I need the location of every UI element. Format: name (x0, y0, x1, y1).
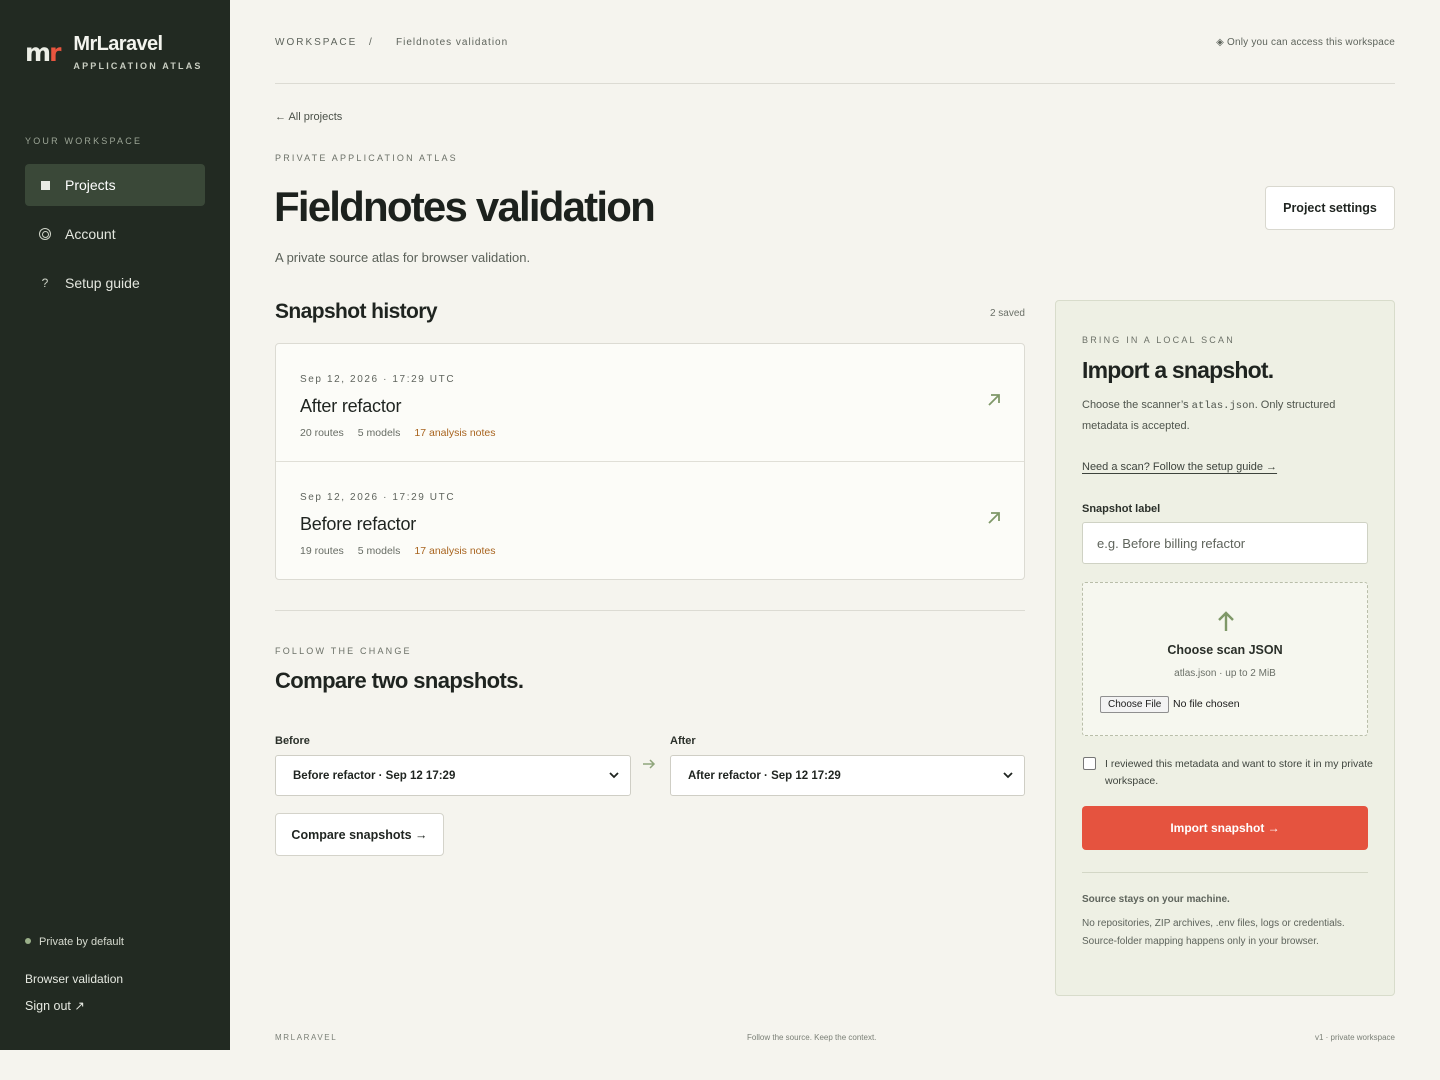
snapshot-meta: 19 routes 5 models 17 analysis notes (300, 545, 510, 557)
before-label: Before (275, 735, 310, 747)
import-desc-code: atlas.json (1191, 400, 1255, 412)
after-select[interactable]: After refactor · Sep 12 17:29 (670, 755, 1025, 796)
file-status: No file chosen (1173, 698, 1240, 710)
brand-logo: mr (25, 38, 61, 67)
consent-checkbox[interactable] (1083, 757, 1096, 770)
page-description: A private source atlas for browser valid… (275, 250, 531, 265)
snapshot-models: 5 models (357, 427, 401, 439)
snapshot-routes: 20 routes (300, 427, 344, 439)
divider (275, 83, 1395, 84)
import-eyebrow: BRING IN A LOCAL SCAN (1082, 335, 1235, 345)
brand-text: MrLaravel APPLICATION ATLAS (73, 33, 202, 71)
divider (1082, 872, 1368, 873)
choose-file-button[interactable]: Choose File (1100, 696, 1170, 713)
after-label: After (670, 735, 696, 747)
before-select-value: Before refactor · Sep 12 17:29 (293, 769, 456, 782)
consent-label[interactable]: I reviewed this metadata and want to sto… (1105, 756, 1375, 790)
scan-dropzone[interactable]: Choose scan JSON atlas.json · up to 2 Mi… (1082, 582, 1368, 736)
snapshot-date: Sep 12, 2026 · 17:29 UTC (300, 374, 456, 385)
snapshot-row[interactable]: Sep 12, 2026 · 17:29 UTC After refactor … (276, 344, 1024, 462)
snapshot-name: Before refactor (300, 514, 417, 534)
sidebar-item-label: Account (65, 226, 116, 242)
snapshot-list: Sep 12, 2026 · 17:29 UTC After refactor … (275, 343, 1025, 580)
snapshot-name: After refactor (300, 396, 402, 416)
privacy-note-text: No repositories, ZIP archives, .env file… (1082, 918, 1345, 947)
import-title: Import a snapshot. (1082, 357, 1274, 383)
snapshot-notes: 17 analysis notes (414, 427, 496, 439)
open-arrow-icon[interactable] (986, 392, 1002, 408)
projects-square-icon (37, 180, 53, 190)
logo-m: m (25, 38, 51, 67)
footer-brand: MRLARAVEL (275, 1033, 338, 1042)
saved-count: 2 saved (989, 308, 1025, 319)
snapshot-label-label: Snapshot label (1082, 503, 1161, 515)
import-desc-text: Choose the scanner’s (1082, 399, 1192, 411)
brand-name: MrLaravel (73, 33, 163, 55)
snapshot-row[interactable]: Sep 12, 2026 · 17:29 UTC Before refactor… (276, 462, 1024, 580)
snapshot-routes: 19 routes (300, 545, 344, 557)
logo-r: r (49, 38, 61, 67)
import-panel: BRING IN A LOCAL SCAN Import a snapshot.… (1055, 300, 1395, 996)
import-description: Choose the scanner’s atlas.json. Only st… (1082, 395, 1372, 436)
setup-guide-link[interactable]: Need a scan? Follow the setup guide → (1082, 461, 1277, 473)
footer-tagline: Follow the source. Keep the context. (747, 1033, 877, 1042)
privacy-note: Private by default (25, 936, 124, 948)
status-dot-icon (25, 938, 31, 944)
breadcrumb-separator: / (369, 37, 372, 48)
sidebar: mr MrLaravel APPLICATION ATLAS YOUR WORK… (0, 0, 230, 1050)
access-note: ◈ Only you can access this workspace (1216, 37, 1395, 48)
sidebar-item-setup-guide[interactable]: ? Setup guide (25, 262, 205, 304)
open-arrow-icon[interactable] (986, 510, 1002, 526)
chevron-down-icon (1003, 772, 1013, 779)
chevron-down-icon (609, 772, 619, 779)
project-settings-button[interactable]: Project settings (1265, 186, 1395, 230)
dropzone-title: Choose scan JSON (1167, 643, 1283, 657)
history-title: Snapshot history (275, 300, 438, 323)
compare-snapshots-button[interactable]: Compare snapshots → (275, 813, 444, 856)
snapshot-notes: 17 analysis notes (414, 545, 496, 557)
question-icon: ? (41, 276, 49, 290)
sidebar-item-label: Setup guide (65, 275, 140, 291)
brand[interactable]: mr MrLaravel APPLICATION ATLAS (25, 33, 203, 71)
before-select[interactable]: Before refactor · Sep 12 17:29 (275, 755, 631, 796)
import-snapshot-button[interactable]: Import snapshot → (1082, 806, 1368, 850)
breadcrumb: WORKSPACE / Fieldnotes validation ◈ Only… (275, 37, 1395, 51)
upload-arrow-icon (1218, 611, 1234, 631)
snapshot-meta: 20 routes 5 models 17 analysis notes (300, 427, 510, 439)
footer-version: v1 · private workspace (1314, 1033, 1395, 1042)
privacy-note-title: Source stays on your machine. (1082, 894, 1230, 905)
dropzone-subtitle: atlas.json · up to 2 MiB (1174, 668, 1276, 679)
page-eyebrow: PRIVATE APPLICATION ATLAS (275, 153, 458, 163)
compare-title: Compare two snapshots. (275, 668, 524, 693)
after-select-value: After refactor · Sep 12 17:29 (688, 769, 841, 782)
privacy-note-text: Private by default (39, 936, 124, 948)
brand-subtitle: APPLICATION ATLAS (73, 61, 203, 71)
breadcrumb-workspace[interactable]: WORKSPACE (275, 37, 357, 48)
snapshot-label-input[interactable]: e.g. Before billing refactor (1082, 522, 1368, 564)
arrow-right-icon (643, 759, 656, 769)
sidebar-item-label: Projects (65, 177, 116, 193)
sign-out-link[interactable]: Sign out ↗ (25, 998, 85, 1013)
compare-eyebrow: FOLLOW THE CHANGE (275, 646, 412, 656)
page-title: Fieldnotes validation (274, 183, 656, 230)
sidebar-item-projects[interactable]: Projects (25, 164, 205, 206)
snapshot-models: 5 models (357, 545, 401, 557)
account-ring-icon (37, 228, 53, 240)
divider (275, 610, 1025, 611)
breadcrumb-project: Fieldnotes validation (396, 37, 509, 48)
sidebar-nav: Projects Account ? Setup guide (25, 164, 205, 311)
snapshot-date: Sep 12, 2026 · 17:29 UTC (300, 492, 456, 503)
sidebar-item-account[interactable]: Account (25, 213, 205, 255)
sidebar-section-label: YOUR WORKSPACE (25, 136, 143, 146)
workspace-link[interactable]: Browser validation (25, 972, 123, 986)
back-link[interactable]: ← All projects (275, 111, 342, 123)
